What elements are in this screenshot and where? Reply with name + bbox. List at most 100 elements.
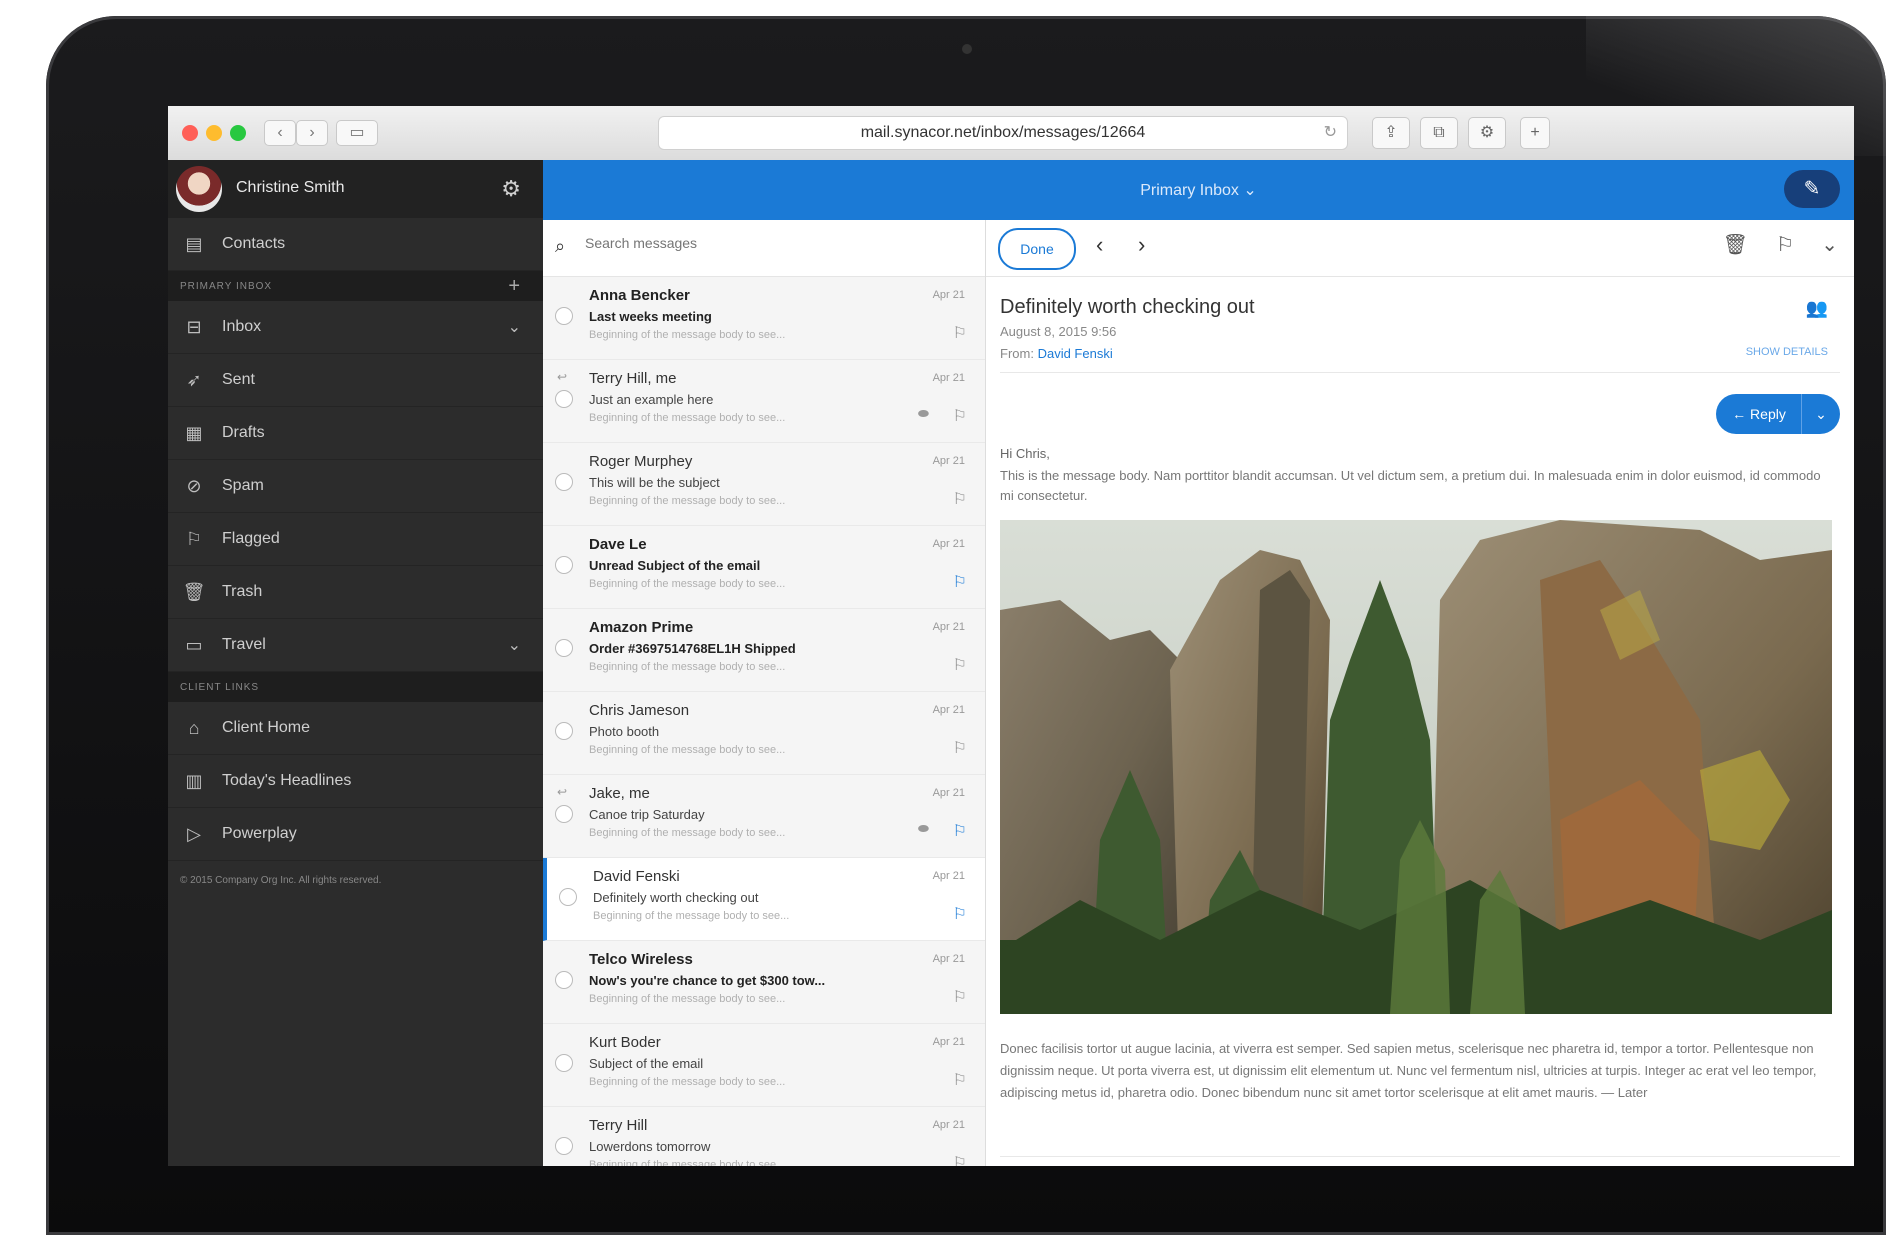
sidebar-item-trash[interactable]: 🗑 Trash bbox=[168, 566, 543, 619]
select-message-radio[interactable] bbox=[555, 722, 573, 740]
close-window-button[interactable] bbox=[182, 125, 198, 141]
sidebar-item-label: Client Home bbox=[222, 719, 311, 736]
message-subject: Now's you're chance to get $300 tow... bbox=[589, 973, 826, 988]
message-preview: Beginning of the message body to see... bbox=[589, 1076, 786, 1088]
add-folder-icon[interactable]: + bbox=[508, 275, 521, 298]
copyright-text: © 2015 Company Org Inc. All rights reser… bbox=[180, 875, 382, 886]
message-sender: Telco Wireless bbox=[589, 951, 693, 968]
user-name: Christine Smith bbox=[236, 179, 345, 196]
message-date: Apr 21 bbox=[932, 455, 965, 467]
message-row[interactable]: ↩ Jake, me Canoe trip Saturday Beginning of… bbox=[543, 775, 985, 858]
select-message-radio[interactable] bbox=[555, 1137, 573, 1155]
message-row[interactable]: Anna Bencker Last weeks meeting Beginning … bbox=[543, 277, 985, 360]
message-row-selected[interactable]: David Fenski Definitely worth checking ou… bbox=[543, 858, 985, 941]
participants-icon[interactable]: 👥 bbox=[1806, 298, 1828, 319]
search-input[interactable] bbox=[583, 234, 967, 252]
section-header-primary: PRIMARY INBOX + bbox=[168, 271, 543, 301]
message-preview: Beginning of the message body to see... bbox=[589, 578, 786, 590]
sidebar-item-headlines[interactable]: ▥ Today's Headlines bbox=[168, 755, 543, 808]
address-bar[interactable]: mail.synacor.net/inbox/messages/12664 ↻ bbox=[658, 116, 1348, 150]
folder-icon: ▭ bbox=[185, 634, 203, 655]
previous-message-icon[interactable]: ‹ bbox=[1096, 232, 1103, 258]
message-row[interactable]: Chris Jameson Photo booth Beginning of the… bbox=[543, 692, 985, 775]
message-sender: Terry Hill, me bbox=[589, 370, 677, 387]
flag-icon[interactable]: ⚐ bbox=[953, 738, 967, 758]
reply-button-group: ← Reply ⌄ bbox=[1716, 394, 1840, 434]
next-message-icon[interactable]: › bbox=[1138, 232, 1145, 258]
done-button[interactable]: Done bbox=[998, 228, 1076, 270]
message-subject: Last weeks meeting bbox=[589, 309, 712, 324]
message-row[interactable]: ↩ Terry Hill, me Just an example here Begin… bbox=[543, 360, 985, 443]
chevron-down-icon[interactable]: ⌄ bbox=[1821, 232, 1838, 257]
flag-icon[interactable]: ⚐ bbox=[953, 987, 967, 1007]
flag-icon[interactable]: ⚐ bbox=[953, 904, 967, 924]
trash-icon[interactable]: 🗑 bbox=[1723, 232, 1748, 257]
select-message-radio[interactable] bbox=[555, 971, 573, 989]
sidebar-item-travel[interactable]: ▭ Travel ⌄ bbox=[168, 619, 543, 672]
sidebar-item-label: Today's Headlines bbox=[222, 772, 352, 789]
sidebar-item-spam[interactable]: ⊘ Spam bbox=[168, 460, 543, 513]
sidebar-item-label: Sent bbox=[222, 371, 255, 388]
divider bbox=[1000, 372, 1840, 373]
flag-icon[interactable]: ⚐ bbox=[953, 821, 967, 841]
tabs-button[interactable]: ⧉ bbox=[1420, 117, 1458, 149]
back-button[interactable]: ‹ bbox=[264, 120, 296, 146]
sidebar-item-client-home[interactable]: ⌂ Client Home bbox=[168, 702, 543, 755]
forward-button[interactable]: › bbox=[296, 120, 328, 146]
message-row[interactable]: Roger Murphey This will be the subject Beg… bbox=[543, 443, 985, 526]
sidebar-item-drafts[interactable]: ▦ Drafts bbox=[168, 407, 543, 460]
sidebar-item-sent[interactable]: ➶ Sent bbox=[168, 354, 543, 407]
message-row[interactable]: Kurt Boder Subject of the email Beginning … bbox=[543, 1024, 985, 1107]
minimize-window-button[interactable] bbox=[206, 125, 222, 141]
sidebar-toggle-button[interactable]: ▭ bbox=[336, 120, 378, 146]
new-tab-button[interactable]: + bbox=[1520, 117, 1550, 149]
reload-icon[interactable]: ↻ bbox=[1324, 117, 1337, 149]
message-row[interactable]: Telco Wireless Now's you're chance to get… bbox=[543, 941, 985, 1024]
select-message-radio[interactable] bbox=[555, 556, 573, 574]
sidebar-item-contacts[interactable]: ▤ Contacts bbox=[168, 218, 543, 271]
settings-button[interactable]: ⚙ bbox=[1468, 117, 1506, 149]
flag-icon[interactable]: ⚐ bbox=[953, 1070, 967, 1090]
select-message-radio[interactable] bbox=[555, 307, 573, 325]
select-message-radio[interactable] bbox=[555, 1054, 573, 1072]
avatar[interactable] bbox=[176, 166, 222, 212]
sidebar-item-flagged[interactable]: ⚐ Flagged bbox=[168, 513, 543, 566]
zoom-window-button[interactable] bbox=[230, 125, 246, 141]
flag-icon[interactable]: ⚐ bbox=[953, 406, 967, 426]
show-details-link[interactable]: SHOW DETAILS bbox=[1746, 346, 1828, 358]
select-message-radio[interactable] bbox=[555, 639, 573, 657]
sidebar-item-label: Flagged bbox=[222, 530, 280, 547]
message-row[interactable]: Dave Le Unread Subject of the email Beginn… bbox=[543, 526, 985, 609]
select-message-radio[interactable] bbox=[555, 473, 573, 491]
compose-button[interactable]: ✎ bbox=[1784, 170, 1840, 208]
flag-icon[interactable]: ⚐ bbox=[953, 323, 967, 343]
chevron-down-icon[interactable]: ⌄ bbox=[508, 635, 521, 655]
flag-icon[interactable]: ⚐ bbox=[953, 572, 967, 592]
message-row[interactable]: Terry Hill Lowerdons tomorrow Beginning of… bbox=[543, 1107, 985, 1166]
message-row[interactable]: Amazon Prime Order #3697514768EL1H Shippe… bbox=[543, 609, 985, 692]
select-message-radio[interactable] bbox=[555, 390, 573, 408]
message-subject: Order #3697514768EL1H Shipped bbox=[589, 641, 796, 656]
flag-icon[interactable]: ⚐ bbox=[953, 1153, 967, 1166]
message-subject: Unread Subject of the email bbox=[589, 558, 761, 573]
reply-button[interactable]: ← Reply bbox=[1716, 394, 1802, 434]
flag-icon[interactable]: ⚐ bbox=[953, 655, 967, 675]
share-button[interactable]: ⇪ bbox=[1372, 117, 1410, 149]
inbox-title[interactable]: Primary Inbox ⌄ bbox=[543, 180, 1854, 200]
flag-icon[interactable]: ⚐ bbox=[1776, 232, 1794, 257]
search-icon: ⌕ bbox=[555, 236, 566, 256]
reading-toolbar: Done ‹ › 🗑 ⚐ ⌄ bbox=[986, 220, 1854, 277]
chevron-down-icon[interactable]: ⌄ bbox=[508, 317, 521, 337]
select-message-radio[interactable] bbox=[559, 888, 577, 906]
sidebar-item-label: Inbox bbox=[222, 318, 262, 335]
message-preview: Beginning of the message body to see... bbox=[589, 661, 786, 673]
sender-link[interactable]: David Fenski bbox=[1038, 346, 1113, 361]
reply-options-chevron-icon[interactable]: ⌄ bbox=[1801, 394, 1840, 434]
message-date: Apr 21 bbox=[932, 704, 965, 716]
flag-icon[interactable]: ⚐ bbox=[953, 489, 967, 509]
select-message-radio[interactable] bbox=[555, 805, 573, 823]
sidebar-item-powerplay[interactable]: ▷ Powerplay bbox=[168, 808, 543, 861]
sidebar-item-inbox[interactable]: ⊟ Inbox ⌄ bbox=[168, 301, 543, 354]
message-subject: Definitely worth checking out bbox=[593, 890, 759, 905]
gear-icon[interactable]: ⚙ bbox=[501, 176, 521, 202]
